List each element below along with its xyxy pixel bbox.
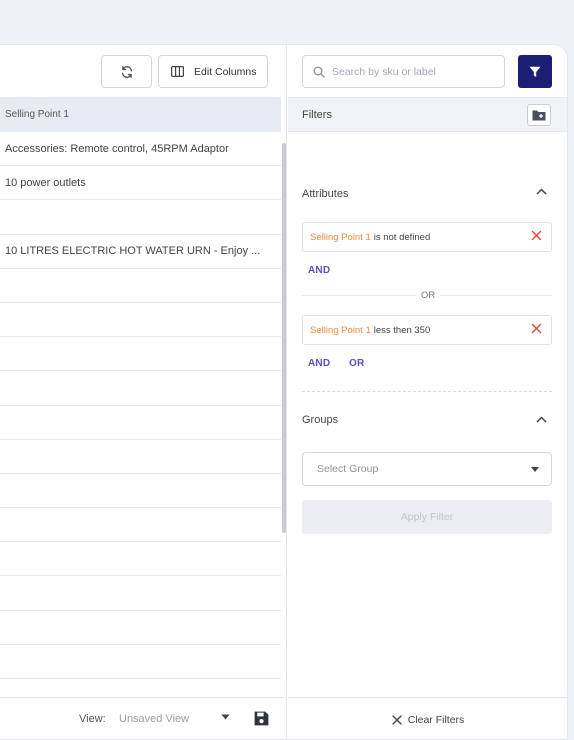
filter-condition[interactable]: Selling Point 1 is not defined	[302, 222, 552, 252]
table-row[interactable]	[0, 576, 281, 611]
filter-condition[interactable]: Selling Point 1 less then 350	[302, 315, 552, 345]
caret-down-icon[interactable]	[221, 714, 230, 720]
table-toolbar: Edit Columns	[0, 45, 287, 97]
column-header-selling-point-1[interactable]: Selling Point 1	[0, 97, 281, 132]
view-select[interactable]: Unsaved View	[119, 713, 189, 725]
table-row[interactable]: 10 power outlets	[0, 166, 281, 201]
search-input[interactable]	[332, 65, 502, 78]
filter-toggle-button[interactable]	[518, 55, 552, 88]
condition-attribute: Selling Point 1	[310, 231, 371, 243]
scrollbar-thumb[interactable]	[282, 143, 286, 533]
filters-title: Filters	[302, 109, 332, 121]
section-divider	[302, 391, 552, 392]
table-cell: Accessories: Remote control, 45RPM Adapt…	[5, 142, 229, 155]
table-row[interactable]	[0, 200, 281, 235]
table-row[interactable]	[0, 474, 281, 509]
table-row[interactable]	[0, 337, 281, 372]
table-footer: View: Unsaved View	[0, 697, 287, 739]
filters-panel: Filters Attributes Selling Point 1 is no…	[288, 45, 567, 739]
search-icon	[313, 66, 325, 78]
filter-icon	[529, 66, 541, 77]
table-row[interactable]	[0, 269, 281, 303]
save-icon[interactable]	[253, 710, 270, 727]
vertical-scrollbar[interactable]	[281, 97, 287, 697]
table-cell: 10 LITRES ELECTRIC HOT WATER URN - Enjoy…	[5, 245, 261, 258]
close-icon[interactable]	[531, 230, 542, 241]
table-panel: Edit Columns Selling Point 1 Accessories…	[0, 45, 287, 739]
table-row[interactable]	[0, 303, 281, 338]
select-group-dropdown[interactable]: Select Group	[302, 452, 552, 486]
table-row[interactable]: 10 LITRES ELECTRIC HOT WATER URN - Enjoy…	[0, 235, 281, 269]
and-button[interactable]: AND	[308, 358, 330, 369]
filters-header: Filters	[288, 97, 567, 132]
condition-rule: is not defined	[373, 231, 431, 243]
clear-filters-button[interactable]: Clear Filters	[288, 697, 567, 739]
or-divider-label: OR	[416, 290, 441, 301]
chevron-up-icon[interactable]	[536, 416, 547, 423]
condition-attribute: Selling Point 1	[310, 324, 371, 336]
table-row[interactable]	[0, 371, 281, 406]
table-row[interactable]	[0, 508, 281, 543]
column-header-label: Selling Point 1	[5, 109, 69, 120]
table-body: Accessories: Remote control, 45RPM Adapt…	[0, 132, 281, 679]
close-icon	[392, 714, 402, 725]
table-cell: 10 power outlets	[5, 176, 86, 189]
groups-section-title[interactable]: Groups	[302, 414, 338, 426]
add-folder-button[interactable]	[527, 104, 551, 126]
folder-add-icon	[532, 110, 546, 121]
close-icon[interactable]	[531, 323, 542, 334]
search-box[interactable]	[302, 55, 505, 88]
and-button[interactable]: AND	[308, 265, 330, 276]
apply-filter-button[interactable]: Apply Filter	[302, 500, 552, 534]
edit-columns-label: Edit Columns	[194, 65, 257, 78]
refresh-button[interactable]	[101, 55, 152, 88]
table-row[interactable]	[0, 645, 281, 679]
table-row[interactable]	[0, 611, 281, 645]
edit-columns-button[interactable]: Edit Columns	[158, 55, 268, 88]
select-group-placeholder: Select Group	[317, 463, 379, 475]
condition-rule: less then 350	[373, 324, 431, 336]
table-row[interactable]	[0, 406, 281, 440]
clear-filters-label: Clear Filters	[407, 713, 465, 726]
apply-filter-label: Apply Filter	[400, 511, 454, 523]
view-label: View:	[79, 713, 106, 725]
chevron-up-icon[interactable]	[536, 188, 547, 195]
table-row[interactable]	[0, 542, 281, 577]
attributes-section-title[interactable]: Attributes	[302, 188, 348, 200]
caret-down-icon	[531, 467, 539, 472]
main-card: Edit Columns Selling Point 1 Accessories…	[0, 44, 568, 740]
table-row[interactable]	[0, 440, 281, 474]
or-button[interactable]: OR	[349, 358, 364, 369]
refresh-icon	[121, 65, 132, 78]
table-row[interactable]: Accessories: Remote control, 45RPM Adapt…	[0, 132, 281, 167]
columns-icon	[171, 66, 184, 77]
